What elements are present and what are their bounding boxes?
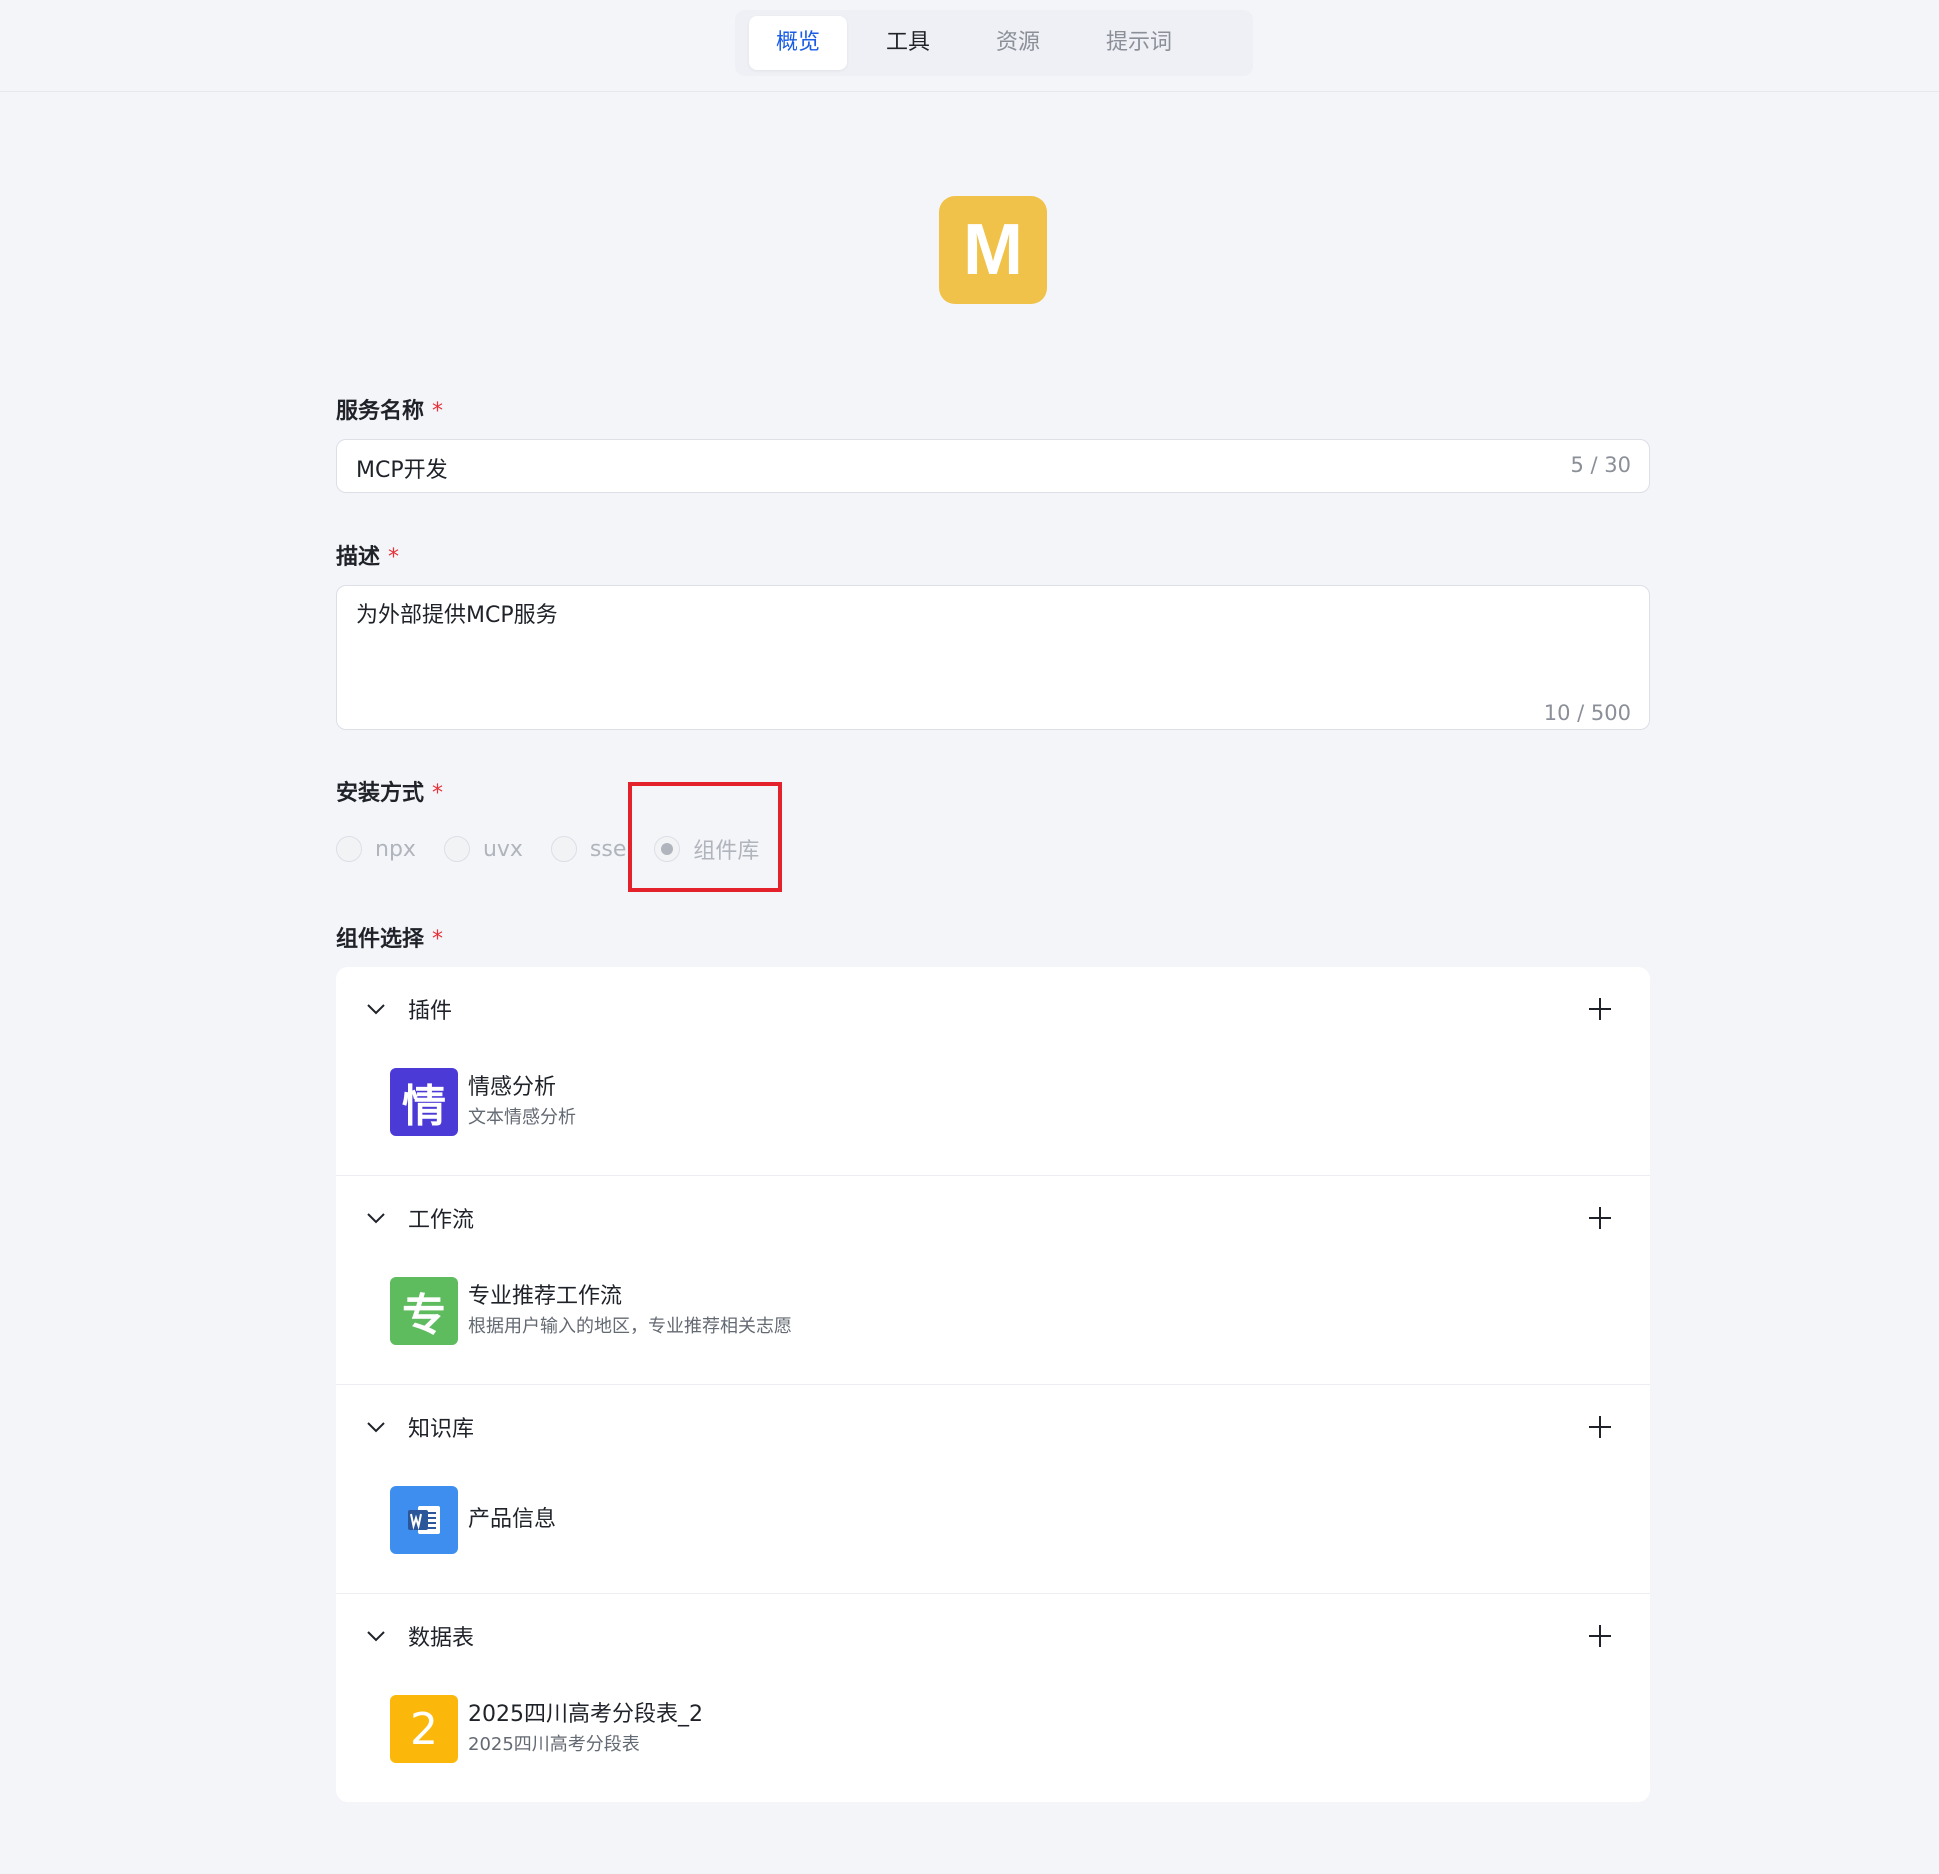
item-text: 产品信息 [468, 1505, 556, 1535]
description-counter: 10 / 500 [1543, 701, 1631, 725]
group-workflows-title: 工作流 [408, 1208, 475, 1233]
service-name-label-text: 服务名称 [336, 399, 425, 424]
service-name-label: 服务名称 * [336, 393, 443, 425]
description-value: 为外部提供MCP服务 [356, 603, 558, 628]
required-mark: * [432, 927, 444, 952]
word-doc-glyph [408, 1506, 440, 1534]
data-table-icon: 2 [390, 1695, 458, 1763]
workflow-icon: 专 [390, 1277, 458, 1345]
group-knowledge-base: 知识库 产品信息 [336, 1385, 1650, 1594]
radio-uvx[interactable]: uvx [443, 836, 523, 862]
item-desc: 根据用户输入的地区，专业推荐相关志愿 [468, 1316, 792, 1337]
required-mark: * [388, 545, 400, 570]
required-mark: * [432, 399, 444, 424]
group-workflows-header[interactable]: 工作流 [362, 1200, 474, 1236]
service-avatar[interactable]: M [939, 196, 1047, 304]
group-plugins-header[interactable]: 插件 [362, 991, 452, 1027]
radio-npx-label: npx [375, 836, 416, 862]
item-title: 2025四川高考分段表_2 [468, 1702, 703, 1727]
tab-overview[interactable]: 概览 [749, 16, 848, 70]
required-mark: * [432, 781, 444, 806]
description-label-text: 描述 [336, 545, 381, 570]
chevron-down-icon [367, 1213, 385, 1224]
chevron-down-icon [367, 1422, 385, 1433]
radio-sse-label: sse [589, 836, 627, 862]
group-plugins: 插件 情 情感分析 文本情感分析 [336, 967, 1650, 1176]
list-item-workflow[interactable]: 专 专业推荐工作流 根据用户输入的地区，专业推荐相关志愿 [390, 1277, 792, 1345]
radio-circle [336, 836, 362, 862]
install-method-label-text: 安装方式 [336, 781, 425, 806]
group-knowledge-base-header[interactable]: 知识库 [362, 1409, 474, 1445]
top-bar: 概览 工具 资源 提示词 [0, 0, 1939, 92]
component-select-label: 组件选择 * [336, 921, 443, 953]
radio-circle [443, 836, 470, 862]
group-workflows: 工作流 专 专业推荐工作流 根据用户输入的地区，专业推荐相关志愿 [336, 1176, 1650, 1385]
radio-uvx-label: uvx [482, 836, 523, 862]
add-knowledge-base-icon[interactable] [1586, 1413, 1614, 1441]
tab-prompts[interactable]: 提示词 [1079, 16, 1199, 70]
item-title: 专业推荐工作流 [468, 1284, 623, 1309]
description-label: 描述 * [336, 539, 399, 571]
tab-bar: 概览 工具 资源 提示词 [735, 10, 1253, 76]
item-title: 产品信息 [468, 1507, 557, 1532]
item-desc: 2025四川高考分段表 [468, 1734, 640, 1755]
list-item-data-table[interactable]: 2 2025四川高考分段表_2 2025四川高考分段表 [390, 1695, 703, 1763]
item-text: 情感分析 文本情感分析 [468, 1073, 576, 1131]
group-data-tables-title: 数据表 [408, 1626, 475, 1651]
item-text: 专业推荐工作流 根据用户输入的地区，专业推荐相关志愿 [468, 1282, 792, 1340]
word-doc-icon [390, 1486, 458, 1554]
component-panel: 插件 情 情感分析 文本情感分析 工作流 专 专业推荐工作流 根据用户输入的地区… [336, 967, 1650, 1802]
component-select-label-text: 组件选择 [336, 927, 425, 952]
install-method-label: 安装方式 * [336, 775, 443, 807]
list-item-plugin[interactable]: 情 情感分析 文本情感分析 [390, 1068, 576, 1136]
item-text: 2025四川高考分段表_2 2025四川高考分段表 [468, 1700, 703, 1758]
service-name-value: MCP开发 [356, 458, 448, 483]
radio-sse[interactable]: sse [550, 836, 627, 862]
item-title: 情感分析 [468, 1075, 557, 1100]
description-textarea[interactable]: 为外部提供MCP服务 10 / 500 [336, 585, 1650, 730]
highlight-box [628, 782, 782, 892]
tab-tools[interactable]: 工具 [859, 16, 957, 70]
list-item-knowledge-base[interactable]: 产品信息 [390, 1486, 556, 1554]
chevron-down-icon [367, 1631, 385, 1642]
add-plugin-icon[interactable] [1586, 995, 1614, 1023]
add-data-table-icon[interactable] [1586, 1622, 1614, 1650]
service-name-input[interactable]: MCP开发 5 / 30 [336, 439, 1650, 493]
chevron-down-icon [367, 1004, 385, 1015]
radio-circle [550, 836, 577, 862]
plugin-icon: 情 [390, 1068, 458, 1136]
service-name-counter: 5 / 30 [1570, 453, 1631, 477]
group-data-tables-header[interactable]: 数据表 [362, 1618, 474, 1654]
radio-npx[interactable]: npx [336, 836, 416, 862]
group-knowledge-base-title: 知识库 [408, 1417, 475, 1442]
group-data-tables: 数据表 2 2025四川高考分段表_2 2025四川高考分段表 [336, 1594, 1650, 1802]
group-plugins-title: 插件 [408, 999, 453, 1024]
add-workflow-icon[interactable] [1586, 1204, 1614, 1232]
item-desc: 文本情感分析 [468, 1107, 576, 1128]
tab-resources[interactable]: 资源 [969, 16, 1067, 70]
